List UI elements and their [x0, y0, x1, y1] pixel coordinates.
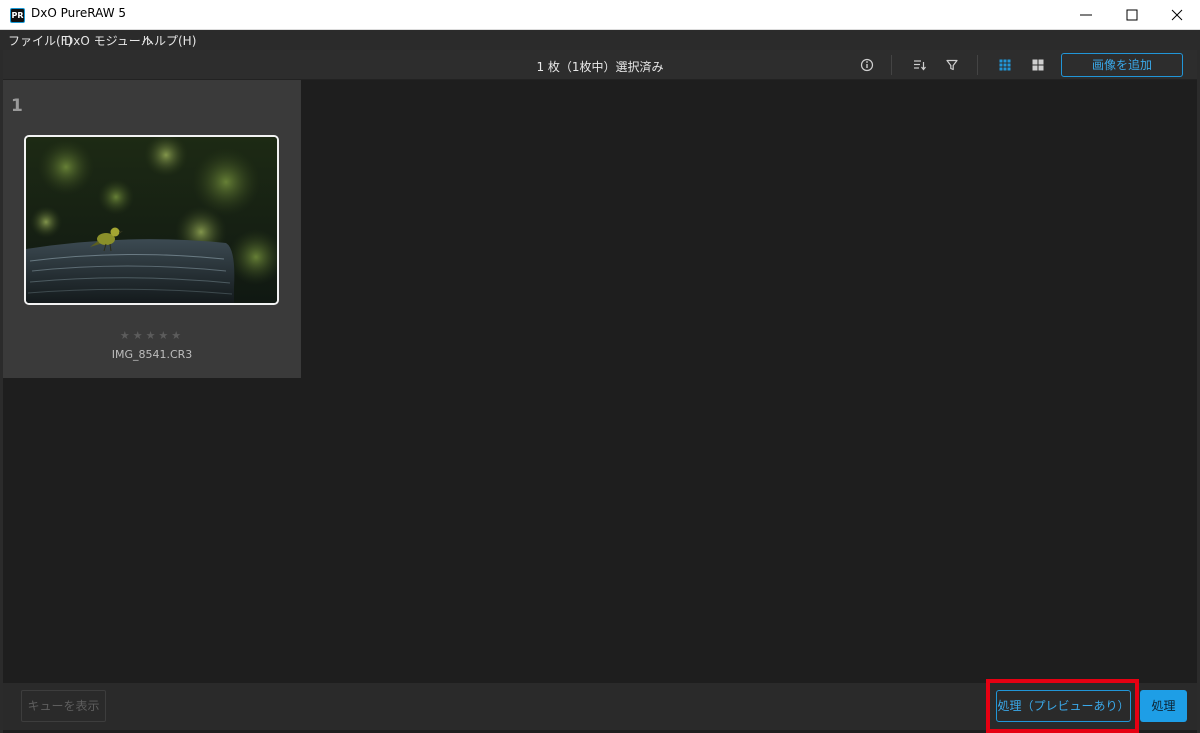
app-logo-text: PR: [11, 11, 24, 20]
close-button[interactable]: [1154, 0, 1200, 30]
menu-help[interactable]: ヘルプ(H): [142, 32, 196, 49]
title-bar: PR DxO PureRAW 5: [0, 0, 1200, 30]
mosaic-view-icon[interactable]: [1030, 57, 1046, 73]
window-title: DxO PureRAW 5: [31, 6, 127, 20]
menu-file[interactable]: ファイル(F): [8, 32, 72, 49]
toolbar-separator: [891, 55, 892, 75]
thumbnail-filename: IMG_8541.CR3: [111, 348, 193, 361]
grid-view-icon[interactable]: [997, 57, 1013, 73]
selection-status: 1 枚（1枚中）選択済み: [536, 60, 664, 74]
sort-icon[interactable]: [911, 57, 927, 73]
menu-bar: ファイル(F) DxO モジュール ヘルプ(H): [0, 30, 1200, 50]
menu-dxo-modules[interactable]: DxO モジュール: [64, 32, 153, 49]
show-queue-button[interactable]: キューを表示: [21, 690, 106, 722]
rating-stars[interactable]: ★★★★★: [3, 329, 301, 342]
close-icon: [1171, 9, 1183, 21]
app-logo-icon: PR: [10, 8, 25, 23]
maximize-icon: [1126, 9, 1138, 21]
thumbnail-image[interactable]: [24, 135, 279, 305]
process-with-preview-button[interactable]: 処理（プレビューあり）: [996, 690, 1131, 722]
minimize-button[interactable]: [1063, 0, 1109, 30]
toolbar-separator: [977, 55, 978, 75]
maximize-button[interactable]: [1109, 0, 1155, 30]
thumbnail-index: 1: [11, 96, 23, 116]
minimize-icon: [1080, 14, 1092, 16]
thumbnail-card[interactable]: 1 ★★★★★ IMG_8541.CR3: [3, 80, 301, 378]
toolbar: 1 枚（1枚中）選択済み: [0, 50, 1200, 80]
filter-icon[interactable]: [944, 57, 960, 73]
add-images-button[interactable]: 画像を追加: [1061, 53, 1183, 77]
process-button[interactable]: 処理: [1140, 690, 1187, 722]
info-icon[interactable]: [859, 57, 875, 73]
